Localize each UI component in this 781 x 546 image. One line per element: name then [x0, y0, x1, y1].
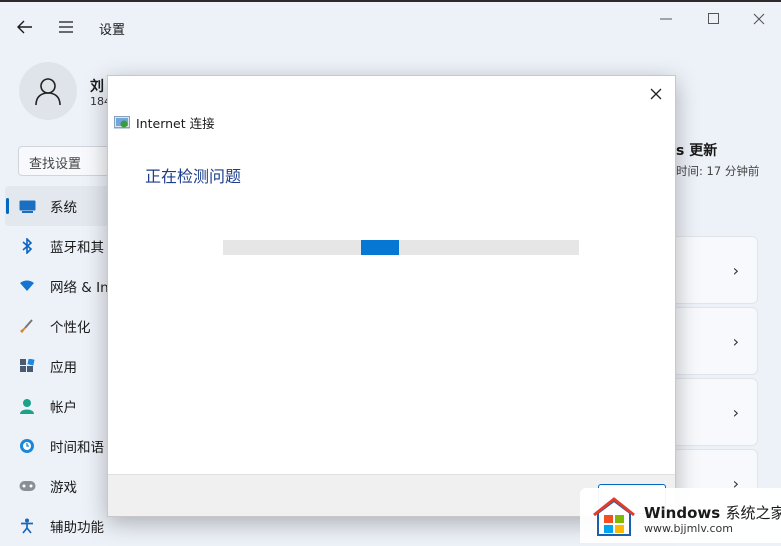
- progress-indicator: [361, 240, 399, 255]
- sidebar-item-label: 系统: [50, 200, 77, 216]
- sidebar-item-label: 蓝牙和其: [50, 240, 104, 256]
- watermark-title: Windows 系统之家: [644, 502, 781, 523]
- sidebar-item-time-language[interactable]: 时间和语: [0, 426, 110, 466]
- window-title: 设置: [99, 23, 126, 38]
- sidebar-item-label: 辅助功能: [50, 520, 104, 536]
- sidebar-item-label: 网络 & In: [50, 280, 109, 296]
- sidebar-item-label: 时间和语: [50, 440, 104, 456]
- windows-update-status: 时间: 17 分钟前: [676, 164, 760, 178]
- sidebar: 系统 蓝牙和其 网络 & In 个性化 应用 帐户 时间和语 游戏 辅助功能: [0, 186, 110, 546]
- dialog-heading: 正在检测问题: [145, 167, 242, 186]
- brush-icon: [18, 317, 36, 335]
- account-icon: [18, 397, 36, 415]
- sidebar-item-label: 游戏: [50, 480, 77, 496]
- avatar[interactable]: [19, 62, 77, 120]
- sidebar-item-accounts[interactable]: 帐户: [0, 386, 110, 426]
- dialog-app-title: Internet 连接: [136, 116, 215, 131]
- bluetooth-icon: [18, 237, 36, 255]
- wifi-icon: [18, 277, 36, 295]
- sidebar-item-label: 应用: [50, 360, 77, 376]
- settings-card[interactable]: ›: [676, 307, 758, 375]
- sidebar-item-bluetooth[interactable]: 蓝牙和其: [0, 226, 110, 266]
- settings-card[interactable]: ›: [676, 378, 758, 446]
- sidebar-item-accessibility[interactable]: 辅助功能: [0, 506, 110, 546]
- windows-logo-icon: [593, 497, 635, 536]
- watermark-brand-cn: 系统之家: [725, 504, 781, 522]
- gamepad-icon: [18, 477, 36, 495]
- watermark-brand: Windows: [644, 504, 721, 522]
- troubleshooter-dialog: Internet 连接 正在检测问题: [107, 75, 676, 517]
- progress-bar: [223, 240, 579, 255]
- apps-icon: [18, 357, 36, 375]
- sidebar-item-personalization[interactable]: 个性化: [0, 306, 110, 346]
- sidebar-item-network[interactable]: 网络 & In: [0, 266, 110, 306]
- chevron-right-icon: ›: [732, 403, 739, 422]
- watermark: Windows 系统之家 www.bjjmlv.com: [580, 488, 781, 543]
- back-arrow-icon[interactable]: [14, 17, 36, 37]
- sidebar-item-system[interactable]: 系统: [5, 186, 110, 226]
- dialog-app-header: Internet 连接: [114, 113, 215, 132]
- sidebar-item-label: 帐户: [50, 400, 77, 416]
- chevron-right-icon: ›: [732, 332, 739, 351]
- sidebar-item-apps[interactable]: 应用: [0, 346, 110, 386]
- hamburger-icon[interactable]: [55, 17, 77, 37]
- minimize-icon[interactable]: [656, 9, 676, 29]
- sidebar-item-label: 个性化: [50, 320, 91, 336]
- accessibility-icon: [18, 517, 36, 535]
- dialog-close-icon[interactable]: [643, 81, 669, 107]
- title-bar: 设置: [0, 0, 781, 56]
- maximize-icon[interactable]: [704, 9, 724, 29]
- windows-update-title: s 更新: [676, 143, 718, 159]
- network-troubleshooter-icon: [114, 115, 130, 128]
- settings-card[interactable]: ›: [676, 236, 758, 304]
- window-top-edge: [0, 0, 781, 2]
- sidebar-item-gaming[interactable]: 游戏: [0, 466, 110, 506]
- system-display-icon: [18, 197, 36, 215]
- time-language-icon: [18, 437, 36, 455]
- watermark-url: www.bjjmlv.com: [644, 522, 733, 535]
- user-subtitle: 184: [90, 95, 108, 108]
- chevron-right-icon: ›: [732, 261, 739, 280]
- person-icon: [35, 78, 61, 106]
- close-icon[interactable]: [749, 9, 769, 29]
